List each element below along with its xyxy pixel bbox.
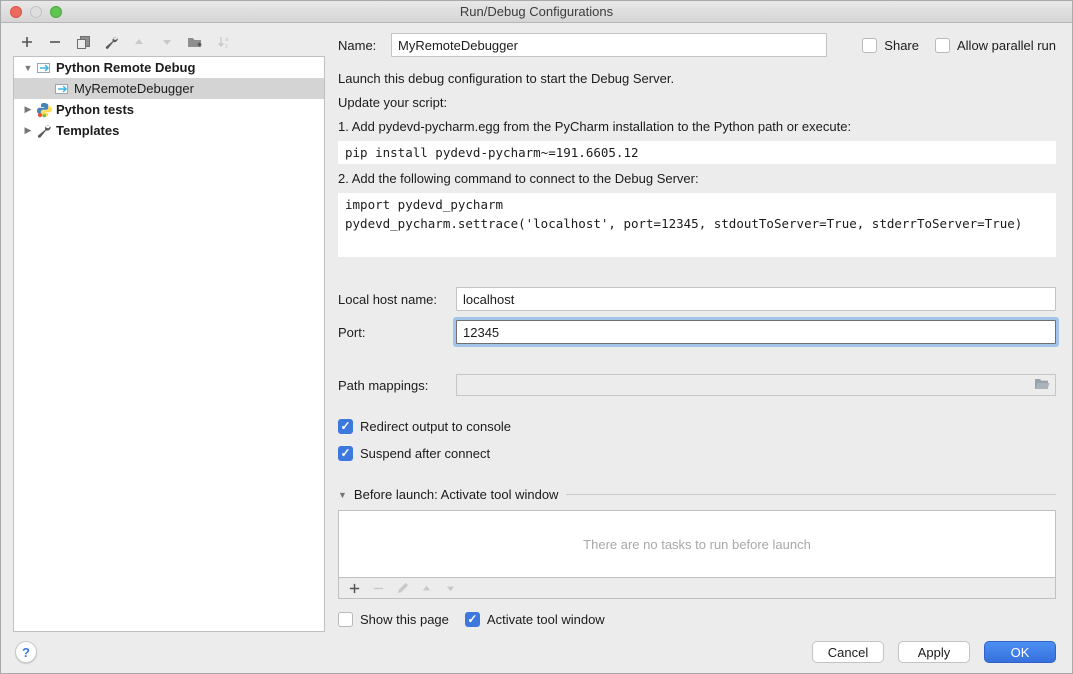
copy-configuration-icon[interactable] (71, 32, 95, 52)
configurations-tree: ▼ Python Remote Debug MyRemoteDebugger ▶ (13, 56, 325, 632)
section-divider (566, 494, 1056, 495)
settrace-code-line2: pydevd_pycharm.settrace('localhost', por… (345, 216, 1022, 231)
move-task-up-icon (417, 578, 435, 598)
intro-text-line1: Launch this debug configuration to start… (338, 67, 1056, 91)
settrace-code: import pydevd_pycharm pydevd_pycharm.set… (338, 193, 1056, 257)
name-input[interactable] (391, 33, 827, 57)
add-task-icon[interactable] (345, 578, 363, 598)
help-icon: ? (22, 645, 30, 660)
expand-collapse-icon[interactable]: ▶ (20, 125, 36, 136)
tree-item-myremotedebugger[interactable]: MyRemoteDebugger (14, 78, 324, 99)
pip-install-code: pip install pydevd-pycharm~=191.6605.12 (338, 141, 1056, 164)
share-label: Share (884, 38, 919, 53)
open-folder-icon[interactable] (1033, 377, 1051, 394)
allow-parallel-run-label: Allow parallel run (957, 38, 1056, 53)
close-window-button[interactable] (10, 6, 22, 18)
ok-button[interactable]: OK (984, 641, 1056, 663)
python-tests-icon (36, 102, 52, 118)
show-this-page-checkbox[interactable] (338, 612, 353, 627)
expand-collapse-icon[interactable]: ▶ (20, 104, 36, 115)
tree-item-python-remote-debug[interactable]: ▼ Python Remote Debug (14, 57, 324, 78)
tasks-toolbar (338, 578, 1056, 599)
port-input[interactable] (456, 320, 1056, 344)
path-mappings-field[interactable] (456, 374, 1056, 396)
port-label: Port: (338, 325, 456, 340)
share-checkbox-group[interactable]: Share (862, 38, 919, 53)
activate-tool-window-label: Activate tool window (487, 612, 605, 627)
tree-item-label: MyRemoteDebugger (74, 81, 194, 96)
suspend-after-connect-label: Suspend after connect (360, 446, 490, 461)
add-configuration-icon[interactable] (15, 32, 39, 52)
intro-text-line2: Update your script: (338, 91, 1056, 115)
sidebar-toolbar: az (15, 31, 338, 53)
local-host-name-input[interactable] (456, 287, 1056, 311)
edit-task-icon (393, 578, 411, 598)
before-launch-section-header[interactable]: ▼ Before launch: Activate tool window (338, 487, 1056, 502)
help-button[interactable]: ? (15, 641, 37, 663)
sort-configurations-icon: az (211, 32, 235, 52)
move-up-icon (127, 32, 151, 52)
configuration-editor: Name: Share Allow parallel run Launch th… (338, 23, 1072, 631)
redirect-output-label: Redirect output to console (360, 419, 511, 434)
name-label: Name: (338, 38, 391, 53)
edit-defaults-icon[interactable] (99, 32, 123, 52)
tree-item-label: Templates (56, 123, 119, 138)
suspend-after-connect-checkbox-group[interactable]: Suspend after connect (338, 446, 490, 461)
show-this-page-checkbox-group[interactable]: Show this page (338, 612, 449, 627)
minimize-window-button (30, 6, 42, 18)
collapse-section-icon[interactable]: ▼ (338, 490, 347, 500)
apply-button[interactable]: Apply (898, 641, 970, 663)
svg-text:a: a (225, 37, 229, 43)
expand-collapse-icon[interactable]: ▼ (20, 63, 36, 73)
dialog-footer: ? Cancel Apply OK (1, 631, 1072, 673)
new-folder-icon[interactable] (183, 32, 207, 52)
configurations-sidebar: az ▼ Python Remote Debug MyRemoteDebugge… (1, 23, 338, 631)
redirect-output-checkbox[interactable] (338, 419, 353, 434)
local-host-name-label: Local host name: (338, 292, 456, 307)
title-bar: Run/Debug Configurations (1, 1, 1072, 23)
step2-text: 2. Add the following command to connect … (338, 167, 1056, 191)
redirect-output-checkbox-group[interactable]: Redirect output to console (338, 419, 511, 434)
allow-parallel-run-checkbox-group[interactable]: Allow parallel run (935, 38, 1056, 53)
window-controls (10, 6, 62, 18)
activate-tool-window-checkbox-group[interactable]: Activate tool window (465, 612, 605, 627)
step1-text: 1. Add pydevd-pycharm.egg from the PyCha… (338, 115, 1056, 139)
path-mappings-label: Path mappings: (338, 378, 456, 393)
remove-configuration-icon[interactable] (43, 32, 67, 52)
remove-task-icon (369, 578, 387, 598)
settrace-code-line1: import pydevd_pycharm (345, 197, 503, 212)
activate-tool-window-checkbox[interactable] (465, 612, 480, 627)
wrench-icon (36, 123, 52, 139)
suspend-after-connect-checkbox[interactable] (338, 446, 353, 461)
run-debug-configurations-dialog: Run/Debug Configurations (0, 0, 1073, 674)
before-launch-tasks-list[interactable]: There are no tasks to run before launch (338, 510, 1056, 578)
show-this-page-label: Show this page (360, 612, 449, 627)
move-down-icon (155, 32, 179, 52)
remote-debug-icon (54, 81, 70, 97)
cancel-button[interactable]: Cancel (812, 641, 884, 663)
zoom-window-button[interactable] (50, 6, 62, 18)
tree-item-label: Python tests (56, 102, 134, 117)
move-task-down-icon (441, 578, 459, 598)
window-title: Run/Debug Configurations (460, 4, 613, 19)
before-launch-title: Before launch: Activate tool window (354, 487, 559, 502)
remote-debug-icon (36, 60, 52, 76)
allow-parallel-run-checkbox[interactable] (935, 38, 950, 53)
tree-item-python-tests[interactable]: ▶ Python tests (14, 99, 324, 120)
share-checkbox[interactable] (862, 38, 877, 53)
empty-tasks-message: There are no tasks to run before launch (583, 537, 811, 552)
tree-item-templates[interactable]: ▶ Templates (14, 120, 324, 141)
svg-text:z: z (225, 44, 228, 50)
tree-item-label: Python Remote Debug (56, 60, 195, 75)
